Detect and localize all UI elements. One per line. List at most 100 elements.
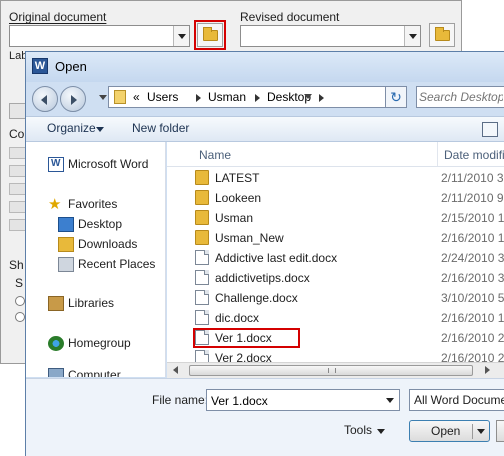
chevron-right-icon[interactable] [255, 94, 260, 102]
file-date: 2/15/2010 1 [441, 211, 504, 225]
document-icon [195, 270, 209, 285]
nav-item-label: Favorites [68, 197, 118, 211]
new-folder-button[interactable]: New folder [132, 121, 189, 135]
breadcrumb-overflow[interactable]: « [133, 90, 140, 104]
chevron-down-icon[interactable] [96, 127, 104, 132]
search-box[interactable] [416, 86, 504, 108]
radio-option[interactable] [15, 296, 25, 306]
nav-item-label: Libraries [68, 296, 115, 310]
browse-original-button[interactable] [194, 20, 226, 50]
file-date: 2/16/2010 1 [441, 311, 504, 325]
breadcrumb-usman[interactable]: Usman [208, 90, 246, 104]
back-button[interactable] [32, 86, 58, 112]
view-options-icon[interactable] [482, 122, 498, 137]
nav-item-label: Recent Places [78, 257, 156, 271]
open-button[interactable]: Open [409, 420, 490, 442]
column-header-name[interactable]: Name [193, 142, 438, 166]
file-name-field[interactable] [206, 389, 400, 411]
cancel-button[interactable] [496, 420, 504, 442]
file-row-selected[interactable]: Ver 1.docx 2/16/2010 2 [193, 328, 504, 348]
chevron-down-icon[interactable] [173, 26, 189, 46]
breadcrumb-users[interactable]: Users [147, 90, 178, 104]
comparison-settings-label: Co [9, 127, 25, 141]
file-name: Usman_New [215, 231, 284, 245]
nav-item-label: Homegroup [68, 336, 131, 350]
chevron-right-icon[interactable] [196, 94, 201, 102]
downloads-icon [58, 237, 74, 252]
address-dropdown[interactable] [304, 94, 312, 99]
column-header-label: Date modifi [444, 148, 504, 162]
nav-item-label: Computer [68, 368, 121, 377]
file-name: Lookeen [215, 191, 262, 205]
refresh-button[interactable]: ↻ [385, 86, 407, 108]
file-name: Addictive last edit.docx [215, 251, 338, 265]
file-name: LATEST [215, 171, 260, 185]
folder-icon [195, 210, 209, 225]
show-changes-at-label: S [15, 276, 24, 290]
file-row[interactable]: Usman_New 2/16/2010 1 [193, 228, 504, 248]
original-document-label: Original document [9, 10, 107, 24]
file-date: 2/11/2010 3 [441, 171, 504, 185]
scroll-left-icon[interactable] [173, 366, 178, 374]
tools-button[interactable]: Tools [344, 423, 372, 437]
star-icon: ★ [48, 196, 62, 213]
file-row[interactable]: Usman 2/15/2010 1 [193, 208, 504, 228]
file-date: 2/24/2010 3 [441, 251, 504, 265]
navigation-pane: Microsoft Word ★ Favorites Desktop Downl… [26, 142, 166, 377]
dialog-title: Open [55, 59, 87, 74]
file-type-value: All Word Docume [414, 393, 504, 407]
file-list: Name Date modifi LATEST 2/11/2010 3 Look… [167, 142, 504, 377]
address-bar[interactable]: « Users Usman Desktop [108, 86, 404, 108]
file-name: Usman [215, 211, 254, 225]
file-row[interactable]: Challenge.docx 3/10/2010 5 [193, 288, 504, 308]
folder-icon [203, 27, 218, 41]
file-row[interactable]: dic.docx 2/16/2010 1 [193, 308, 504, 328]
file-name-label: File name: [152, 393, 209, 407]
file-date: 2/16/2010 1 [441, 231, 504, 245]
chevron-down-icon[interactable] [477, 429, 485, 434]
column-header-date[interactable]: Date modifi [438, 142, 504, 166]
highlight-box [193, 328, 300, 348]
chevron-down-icon[interactable] [404, 26, 420, 46]
chevron-right-icon[interactable] [319, 94, 324, 102]
word-icon: W [32, 58, 48, 74]
document-icon [195, 290, 209, 305]
recent-locations-dropdown[interactable] [99, 95, 107, 100]
file-row[interactable]: LATEST 2/11/2010 3 [193, 168, 504, 188]
file-name: dic.docx [215, 311, 260, 325]
folder-icon [435, 27, 450, 41]
revised-document-label: Revised document [240, 10, 340, 24]
original-document-combo[interactable] [9, 25, 190, 47]
homegroup-icon [48, 336, 64, 351]
file-date: 2/16/2010 3 [441, 271, 504, 285]
column-header-label: Name [199, 148, 232, 162]
file-row[interactable]: Addictive last edit.docx 2/24/2010 3 [193, 248, 504, 268]
file-name-area: File name: All Word Docume Tools Open [26, 378, 504, 456]
forward-button[interactable] [60, 86, 86, 112]
document-icon [195, 310, 209, 325]
horizontal-scrollbar[interactable] [167, 362, 504, 378]
organize-button[interactable]: Organize [47, 121, 96, 135]
browse-revised-button[interactable] [429, 23, 455, 47]
chevron-down-icon[interactable] [386, 398, 394, 403]
file-date: 3/10/2010 5 [441, 291, 504, 305]
word-icon [48, 157, 64, 172]
back-icon [41, 95, 47, 105]
nav-item-label: Downloads [78, 237, 138, 251]
radio-option[interactable] [15, 312, 25, 322]
folder-icon [195, 230, 209, 245]
scrollbar-thumb[interactable] [189, 365, 473, 376]
file-date: 2/11/2010 9 [441, 191, 504, 205]
file-name-input[interactable] [211, 393, 381, 408]
search-input[interactable] [419, 89, 503, 105]
folder-icon [195, 170, 209, 185]
file-date: 2/16/2010 2 [441, 331, 504, 345]
scroll-right-icon[interactable] [485, 366, 490, 374]
revised-document-combo[interactable] [240, 25, 421, 47]
file-type-select[interactable]: All Word Docume [409, 389, 504, 411]
file-row[interactable]: Lookeen 2/11/2010 9 [193, 188, 504, 208]
open-dialog: W Open « Users Usman Desktop ↻ Organize … [25, 51, 504, 456]
file-row[interactable]: addictivetips.docx 2/16/2010 3 [193, 268, 504, 288]
desktop-icon [58, 217, 74, 232]
chevron-down-icon[interactable] [377, 429, 385, 434]
